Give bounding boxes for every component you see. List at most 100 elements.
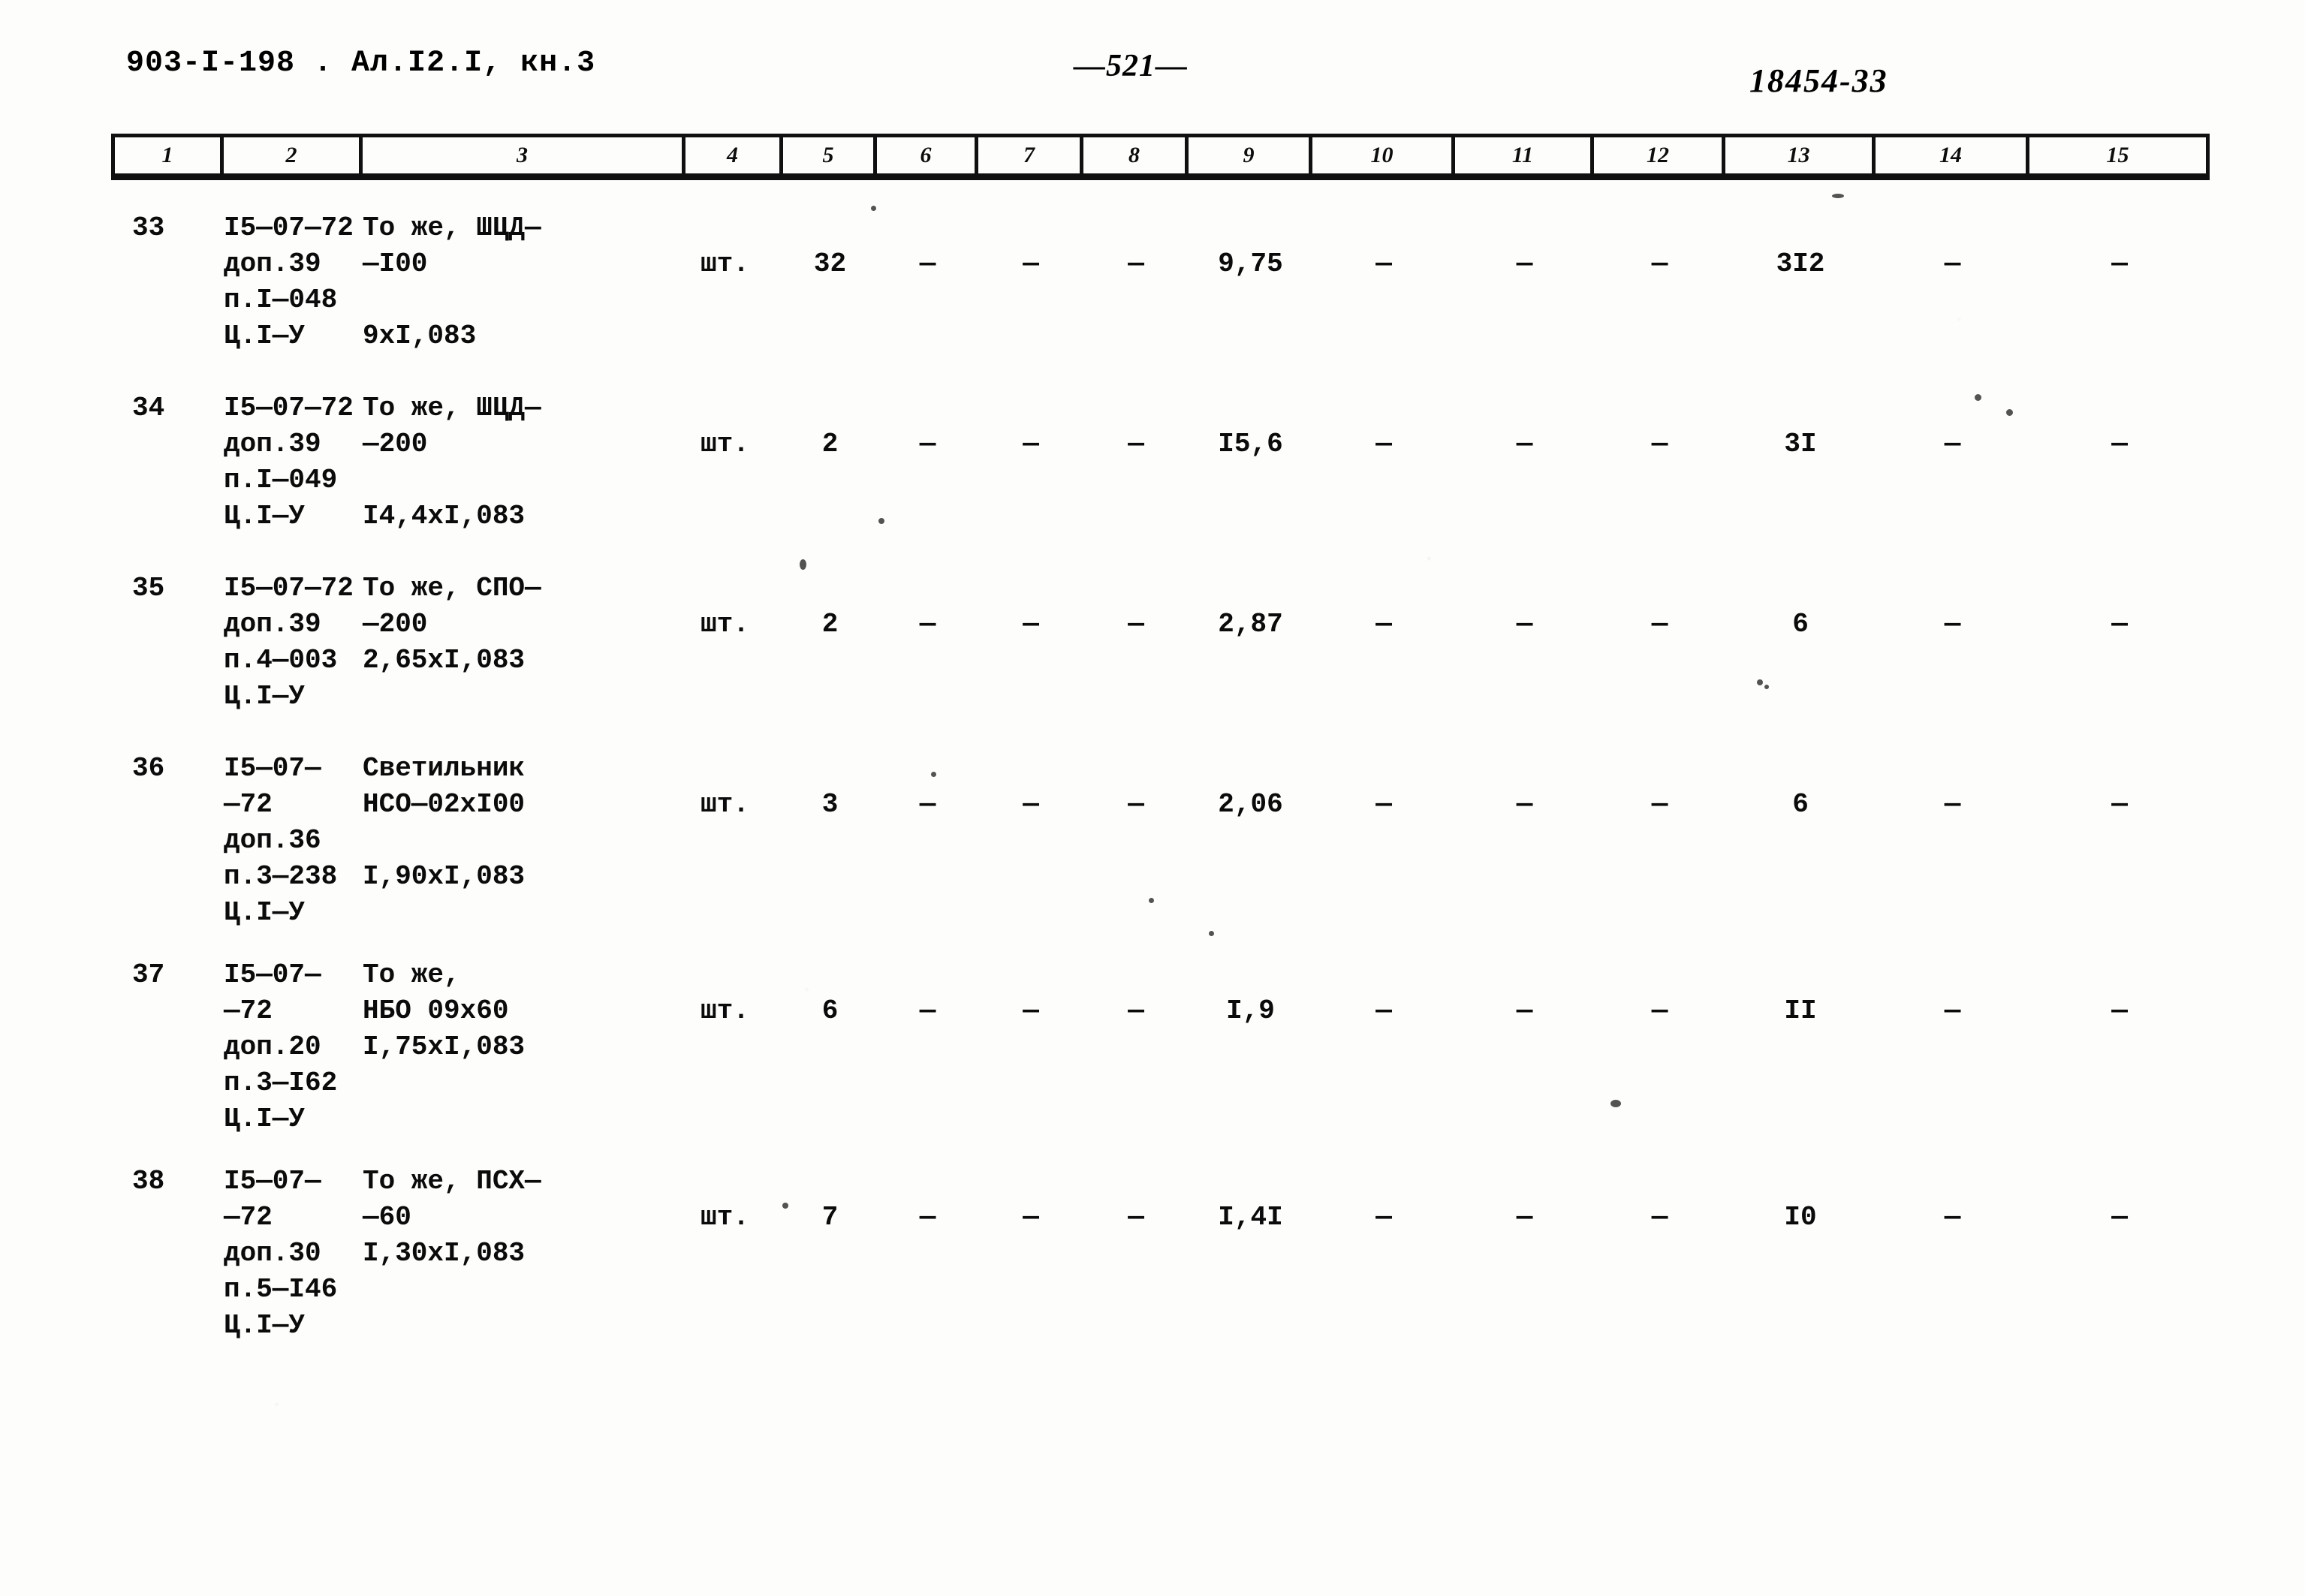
column-header-4: 4: [685, 137, 783, 173]
row-number: 33: [132, 212, 165, 243]
cell-column-13: 6: [1792, 609, 1809, 640]
archive-reference-code: 18454-33: [1749, 62, 1888, 99]
specification-code: I5—07—72 доп.39 п.4—003 Ц.I—У: [224, 571, 363, 715]
cell-column-5: 7: [821, 1202, 839, 1233]
cell-column-10: —: [1375, 1202, 1392, 1233]
specification-code-line: п.I—048: [224, 285, 338, 315]
row-number: 37: [132, 959, 165, 990]
specification-code-line: —72: [224, 1202, 273, 1233]
column-header-11: 11: [1455, 137, 1594, 173]
specification-code: I5—07— —72 доп.30 п.5—I46 Ц.I—У: [224, 1164, 363, 1344]
cell-column-12: —: [1651, 248, 1668, 279]
document-reference-code: 903-I-198 . Ал.I2.I, кн.3: [126, 47, 596, 80]
cell-column-9: I5,6: [1218, 429, 1283, 459]
cell-column-9: I,9: [1226, 995, 1275, 1026]
column-header-8: 8: [1083, 137, 1189, 173]
specification-code-line: Ц.I—У: [224, 897, 306, 928]
item-description-line: I4,4хI,083: [363, 501, 526, 531]
item-description-line: НБО 09х60: [363, 995, 509, 1026]
cell-column-14: —: [1944, 429, 1961, 459]
cell-column-11: —: [1516, 789, 1533, 820]
cell-column-10: —: [1375, 609, 1392, 640]
cell-column-8: —: [1128, 789, 1144, 820]
specification-code-line: п.5—I46: [224, 1274, 338, 1305]
item-description-line: I,90хI,083: [363, 861, 526, 892]
cell-column-12: —: [1651, 789, 1668, 820]
specification-code-line: доп.20: [224, 1031, 321, 1062]
specification-code-line: —72: [224, 789, 273, 820]
column-header-7: 7: [978, 137, 1083, 173]
cell-column-6: —: [919, 609, 936, 640]
scan-speck: [2006, 409, 2013, 416]
specification-code-line: доп.39: [224, 609, 321, 640]
specification-code-line: Ц.I—У: [224, 681, 306, 712]
column-header-10: 10: [1312, 137, 1455, 173]
cell-column-12: —: [1651, 429, 1668, 459]
cell-column-10: —: [1375, 248, 1392, 279]
cell-column-9: 9,75: [1218, 248, 1283, 279]
cell-column-5: 2: [821, 429, 839, 459]
cell-column-9: 2,87: [1218, 609, 1283, 640]
cell-column-13: II: [1784, 995, 1817, 1026]
item-description-line: [363, 679, 685, 715]
column-header-2: 2: [224, 137, 363, 173]
cell-column-11: —: [1516, 609, 1533, 640]
cell-column-9: I,4I: [1218, 1202, 1283, 1233]
scan-speck: [782, 1203, 788, 1209]
specification-code-line: Ц.I—У: [224, 321, 306, 351]
column-header-5: 5: [783, 137, 877, 173]
specification-code-line: I5—07—72: [224, 393, 354, 423]
cell-column-14: —: [1944, 248, 1961, 279]
specification-code-line: Ц.I—У: [224, 501, 306, 531]
cell-column-8: —: [1128, 429, 1144, 459]
cell-column-8: —: [1128, 609, 1144, 640]
cell-column-13: 6: [1792, 789, 1809, 820]
item-description-line: —60: [363, 1202, 411, 1233]
cell-column-6: —: [919, 789, 936, 820]
item-description: То же, СПО— —200 2,65хI,083: [363, 571, 685, 715]
cell-column-10: —: [1375, 789, 1392, 820]
cell-column-7: —: [1023, 609, 1039, 640]
item-description-line: I,75хI,083: [363, 1031, 526, 1062]
cell-column-14: —: [1944, 609, 1961, 640]
item-description-line: I,30хI,083: [363, 1238, 526, 1269]
cell-column-15: —: [2111, 789, 2128, 820]
unit-of-measure: шт.: [701, 429, 749, 459]
specification-code-line: I5—07—: [224, 753, 321, 784]
cell-column-14: —: [1944, 1202, 1961, 1233]
specification-code-line: I5—07—72: [224, 573, 354, 604]
item-description-line: 2,65хI,083: [363, 645, 526, 676]
specification-code-line: п.I—049: [224, 465, 338, 495]
cell-column-13: 3I2: [1776, 248, 1825, 279]
cell-column-15: —: [2111, 248, 2128, 279]
row-number: 36: [132, 753, 165, 784]
cell-column-15: —: [2111, 429, 2128, 459]
item-description: То же, ПСХ— —60 I,30хI,083: [363, 1164, 685, 1344]
cell-column-5: 2: [821, 609, 839, 640]
item-description-line: [363, 823, 685, 859]
item-description: Светильник НСО—02хI00 I,90хI,083: [363, 751, 685, 931]
scan-speck: [800, 559, 806, 570]
specification-code-line: Ц.I—У: [224, 1310, 306, 1341]
specification-code: I5—07—72 доп.39 п.I—048 Ц.I—У: [224, 210, 363, 354]
row-number: 34: [132, 393, 165, 423]
item-description-line: [363, 1101, 685, 1137]
cell-column-12: —: [1651, 995, 1668, 1026]
item-description-line: Светильник: [363, 753, 526, 784]
item-description-line: —200: [363, 609, 428, 640]
specification-code-line: —72: [224, 995, 273, 1026]
specification-code: I5—07— —72 доп.36 п.3—238 Ц.I—У: [224, 751, 363, 931]
item-description-line: То же, СПО—: [363, 573, 541, 604]
row-number: 38: [132, 1166, 165, 1197]
page-header: 903-I-198 . Ал.I2.I, кн.3 —521— 18454-33: [0, 47, 2305, 99]
cell-column-7: —: [1023, 1202, 1039, 1233]
scan-speck: [1975, 394, 1981, 401]
specification-code-line: I5—07—72: [224, 212, 354, 243]
scan-speck: [1209, 931, 1214, 936]
column-header-6: 6: [877, 137, 978, 173]
cell-column-11: —: [1516, 995, 1533, 1026]
scan-speck: [1149, 898, 1154, 903]
scan-speck: [1757, 679, 1763, 685]
column-header-14: 14: [1876, 137, 2029, 173]
specification-code-line: Ц.I—У: [224, 1104, 306, 1134]
